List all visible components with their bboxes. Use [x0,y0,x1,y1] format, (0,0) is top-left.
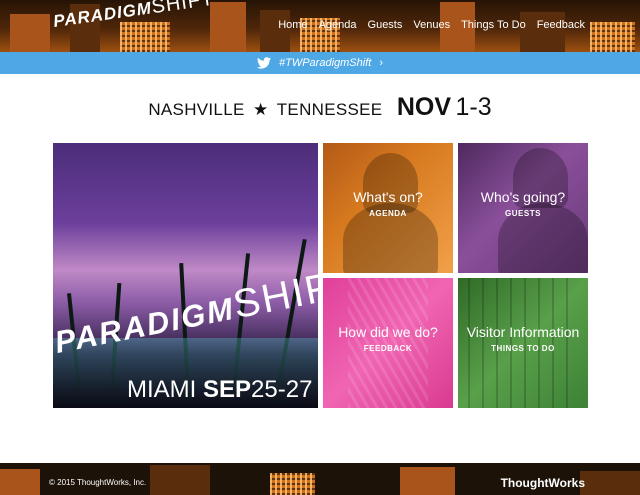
tile-subtitle: FEEDBACK [363,344,413,353]
tile-feedback[interactable]: How did we do? FEEDBACK [323,278,453,408]
skyline-building [520,12,565,52]
nav-venues[interactable]: Venues [413,19,450,31]
headline-month: NOV [396,93,452,121]
hero-logo-light: SHIFT [229,260,318,328]
star-icon: ★ [253,100,269,119]
tile-guests[interactable]: Who's going? GUESTS [458,143,588,273]
thoughtworks-logo[interactable]: ThoughtWorks [501,476,585,490]
headline-city: NASHVILLE [148,100,245,119]
site-footer: © 2015 ThoughtWorks, Inc. ThoughtWorks [0,463,640,495]
twitter-hashtag-bar[interactable]: #TWParadigmShift › [0,52,640,74]
hashtag-text: #TWParadigmShift [279,57,372,69]
twitter-bird-icon [257,57,271,69]
chevron-right-icon: › [379,57,383,69]
headline-state: TENNESSEE [276,100,383,119]
site-header: PARADIGMSHIFT Home Agenda Guests Venues … [0,0,640,52]
main-nav: Home Agenda Guests Venues Things To Do F… [278,19,585,31]
tile-subtitle: THINGS TO DO [491,344,555,353]
copyright-text: © 2015 ThoughtWorks, Inc. [49,478,147,487]
tile-subtitle: AGENDA [369,209,407,218]
nav-home[interactable]: Home [278,19,307,31]
skyline-building [400,467,455,495]
tile-title: Who's going? [480,189,566,205]
headline-dates: 1-3 [455,93,492,121]
skyline-building [150,465,210,495]
tile-things-to-do[interactable]: Visitor Information THINGS TO DO [458,278,588,408]
skyline-building [260,10,290,52]
tile-title: Visitor Information [466,324,580,340]
guitar-photo [468,278,578,408]
skyline-building [270,473,315,495]
miami-event-tile[interactable]: PARADIGMSHIFT MIAMI SEP25-27 [53,143,318,408]
skyline-building [580,471,640,495]
hero-month: SEP [203,376,252,403]
nav-agenda[interactable]: Agenda [319,19,357,31]
skyline-building [590,22,635,52]
dna-pattern [348,278,428,408]
event-headline: NASHVILLE ★ TENNESSEE NOV 1-3 [0,93,640,122]
tile-title: How did we do? [338,324,438,340]
hero-dates: 25-27 [251,376,313,403]
tile-agenda[interactable]: What's on? AGENDA [323,143,453,273]
hero-location-date: MIAMI SEP25-27 [127,376,312,404]
nav-things-to-do[interactable]: Things To Do [461,19,526,31]
skyline-building [120,22,170,52]
hero-city: MIAMI [127,376,197,403]
skyline-building [10,14,50,52]
tile-subtitle: GUESTS [505,209,541,218]
nav-guests[interactable]: Guests [368,19,403,31]
skyline-building [0,469,40,495]
tile-title: What's on? [353,189,423,205]
nav-feedback[interactable]: Feedback [537,19,585,31]
